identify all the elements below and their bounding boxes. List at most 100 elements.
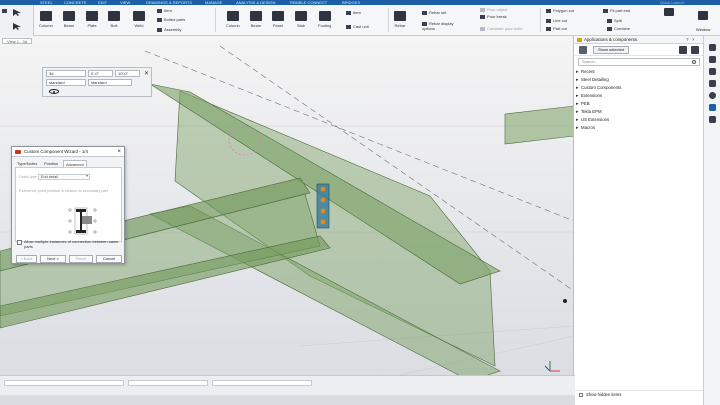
tree-item-tekla-epm[interactable]: Tekla EPM [575, 108, 703, 116]
dialog-title-bar[interactable]: Custom Component Wizard - 1/4 × [12, 147, 124, 157]
organizer-icon[interactable] [709, 80, 716, 87]
dialog-title: Custom Component Wizard - 1/4 [24, 149, 88, 154]
catalog-icon[interactable] [709, 68, 716, 75]
status-field[interactable] [128, 380, 208, 386]
steel-weld-button[interactable]: Weld [133, 11, 145, 28]
rebar-set-button[interactable]: Rebar set [422, 10, 446, 15]
detail-type-select[interactable]: End detail [38, 174, 90, 180]
close-icon[interactable]: ✕ [144, 70, 149, 77]
pour-object-icon [480, 7, 485, 12]
tag-icon[interactable] [709, 116, 716, 123]
tree-item-peb[interactable]: PEB [575, 100, 703, 108]
allow-multiple-instances-checkbox[interactable] [17, 240, 22, 245]
cancel-button[interactable]: Cancel [96, 255, 122, 263]
calculate-pour-units-button[interactable]: Calculate pour units [480, 26, 522, 31]
concrete-footing-button[interactable]: Footing [318, 11, 331, 28]
select-arrow-icon[interactable] [13, 9, 21, 16]
bolt[interactable] [320, 197, 326, 203]
panel-header: Applications & components × ? [575, 36, 703, 44]
bolted-parts-button[interactable]: Bolted parts [157, 17, 185, 22]
assembly-button[interactable]: Assembly [157, 27, 181, 32]
show-selected-button[interactable]: Show selected [593, 46, 630, 54]
tree-item-macros[interactable]: Macros [575, 124, 703, 132]
concrete-slab-button[interactable]: Slab [295, 11, 307, 28]
tab-type-notes[interactable]: Type/Notes [15, 160, 39, 167]
steel-plate-button[interactable]: Plate [86, 11, 98, 28]
rebar-icon [394, 11, 406, 21]
view-tab[interactable]: View 1 - 3d [2, 38, 32, 44]
property-icon[interactable] [709, 44, 716, 51]
steel-column-button[interactable]: Column [39, 11, 53, 28]
fit-part-end-icon [603, 8, 608, 13]
close-icon[interactable]: × [117, 147, 121, 157]
combine-button[interactable]: Combine [607, 26, 630, 31]
status-field[interactable] [4, 380, 124, 386]
pin-icon[interactable] [691, 46, 699, 54]
selection-tools [0, 5, 34, 36]
rebar-display-options-button[interactable]: Rebar display options [422, 21, 462, 31]
help-icon[interactable]: ? [686, 36, 689, 44]
close-icon[interactable]: × [692, 36, 695, 44]
view-name-field[interactable]: 3d [46, 70, 86, 77]
steel-bolt-button[interactable]: Bolt [108, 11, 120, 28]
tree-item-custom-components[interactable]: Custom Components [575, 84, 703, 92]
next-button[interactable]: Next > [40, 255, 66, 263]
bolt[interactable] [320, 186, 326, 192]
tab-position[interactable]: Position [42, 160, 60, 167]
cast-unit-button[interactable]: Cast unit [346, 24, 369, 29]
tree-item-recent[interactable]: Recent [575, 68, 703, 76]
panel-footer: Show hidden items [575, 390, 703, 399]
column-icon [39, 11, 52, 21]
tree-item-extensions[interactable]: Extensions [575, 92, 703, 100]
depth-up-field[interactable]: 0'-0" [88, 70, 113, 77]
pour-break-icon [480, 14, 485, 19]
cut-tools-button[interactable] [664, 8, 674, 16]
line-cut-button[interactable]: Line cut [546, 18, 567, 23]
split-icon [607, 18, 612, 23]
clash-check-icon[interactable] [709, 92, 716, 99]
fit-part-end-button[interactable]: Fit part end [603, 8, 630, 13]
pour-break-button[interactable]: Pour break [480, 14, 507, 19]
display-settings-select[interactable]: standard [88, 79, 132, 86]
show-hidden-items-checkbox[interactable] [579, 393, 583, 397]
window-button[interactable] [698, 11, 708, 20]
applications-components-panel: Applications & components × ? Show selec… [575, 36, 703, 405]
concrete-panel-button[interactable]: Panel [272, 11, 284, 28]
steel-beam-button[interactable]: Beam [63, 11, 75, 28]
depth-down-field[interactable]: 10'-0" [115, 70, 140, 77]
bolt[interactable] [320, 219, 326, 225]
tekla-app-icon [15, 150, 21, 154]
part-cut-button[interactable]: Part cut [546, 26, 567, 31]
model-view[interactable]: View 1 - 3d 3d 0'-0" 10'-0" standard sta… [0, 36, 574, 375]
concrete-item-button[interactable]: Item [346, 10, 361, 15]
detail-position-image[interactable] [61, 206, 101, 238]
rebar-set-icon [422, 10, 427, 15]
detail-type-label: Detail type [19, 175, 37, 179]
status-field[interactable] [212, 380, 312, 386]
bolt[interactable] [320, 208, 326, 214]
concrete-beam-button[interactable]: Beam [250, 11, 262, 28]
applications-components-icon[interactable] [709, 104, 716, 111]
ribbon-separator [540, 8, 541, 32]
tree-item-steel-detailing[interactable]: Steel Detailing [575, 76, 703, 84]
split-button[interactable]: Split [607, 18, 622, 23]
list-view-icon[interactable] [679, 46, 687, 54]
finish-button[interactable]: Finish [69, 255, 93, 263]
search-input[interactable]: Search... [578, 58, 700, 66]
rebar-button[interactable]: Rebar [394, 11, 406, 28]
tab-advanced[interactable]: Advanced [63, 160, 87, 167]
eye-icon[interactable] [49, 89, 59, 94]
steel-item-button[interactable]: Item [157, 8, 172, 13]
snap-arrow-icon[interactable] [13, 23, 21, 30]
back-button[interactable]: < Back [16, 255, 37, 263]
part-cut-icon [546, 26, 551, 31]
polygon-cut-button[interactable]: Polygon cut [546, 8, 574, 13]
catalog-icon[interactable] [579, 46, 587, 54]
window-label: Window [696, 27, 711, 32]
tree-item-us-extensions[interactable]: US Extensions [575, 116, 703, 124]
view-list-icon[interactable] [709, 56, 716, 63]
pour-object-button[interactable]: Pour object [480, 7, 507, 12]
concrete-column-button[interactable]: Column [226, 11, 240, 28]
beam-segment-far[interactable] [504, 105, 574, 145]
view-settings-select[interactable]: standard [46, 79, 86, 86]
